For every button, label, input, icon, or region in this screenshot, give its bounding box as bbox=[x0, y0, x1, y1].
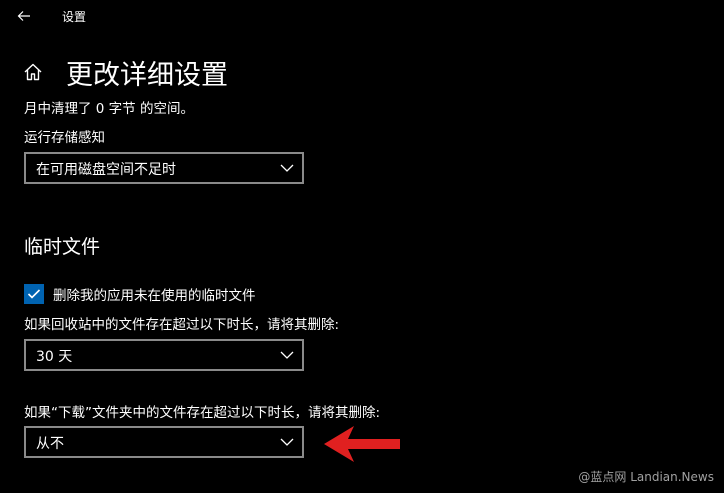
checkmark-icon bbox=[27, 289, 41, 299]
window-title: 设置 bbox=[62, 10, 87, 24]
title-bar: 设置 bbox=[0, 0, 724, 32]
downloads-folder-label: 如果“下载”文件夹中的文件存在超过以下时长，请将其删除: bbox=[24, 405, 381, 421]
recycle-bin-dropdown[interactable]: 30 天 bbox=[24, 339, 304, 371]
dropdown-value: 在可用磁盘空间不足时 bbox=[36, 162, 176, 178]
watermark-text: @蓝点网 Landian.News bbox=[578, 470, 714, 484]
page-title: 更改详细设置 bbox=[66, 59, 228, 91]
arrow-left-icon bbox=[17, 11, 30, 21]
run-storage-sense-dropdown[interactable]: 在可用磁盘空间不足时 bbox=[24, 152, 304, 184]
home-icon[interactable] bbox=[22, 61, 44, 83]
chevron-down-icon bbox=[280, 436, 294, 448]
recycle-bin-label: 如果回收站中的文件存在超过以下时长，请将其删除: bbox=[24, 317, 340, 333]
run-storage-sense-label: 运行存储感知 bbox=[24, 130, 105, 146]
downloads-folder-dropdown[interactable]: 从不 bbox=[24, 426, 304, 458]
chevron-down-icon bbox=[280, 349, 294, 361]
chevron-down-icon bbox=[280, 162, 294, 174]
red-arrow-icon bbox=[324, 426, 400, 462]
back-button[interactable] bbox=[10, 4, 38, 28]
delete-temp-files-checkbox[interactable] bbox=[24, 284, 44, 304]
delete-temp-files-option[interactable]: 删除我的应用未在使用的临时文件 bbox=[24, 283, 256, 305]
page-header: 更改详细设置 bbox=[22, 54, 228, 91]
delete-temp-files-label: 删除我的应用未在使用的临时文件 bbox=[53, 288, 256, 304]
dropdown-value: 从不 bbox=[36, 436, 64, 452]
watermark: @蓝点网 Landian.News bbox=[578, 468, 714, 485]
freed-space-text: 月中清理了 0 字节 的空间。 bbox=[24, 101, 194, 117]
dropdown-value: 30 天 bbox=[36, 349, 73, 365]
temp-files-section-title: 临时文件 bbox=[24, 236, 101, 258]
